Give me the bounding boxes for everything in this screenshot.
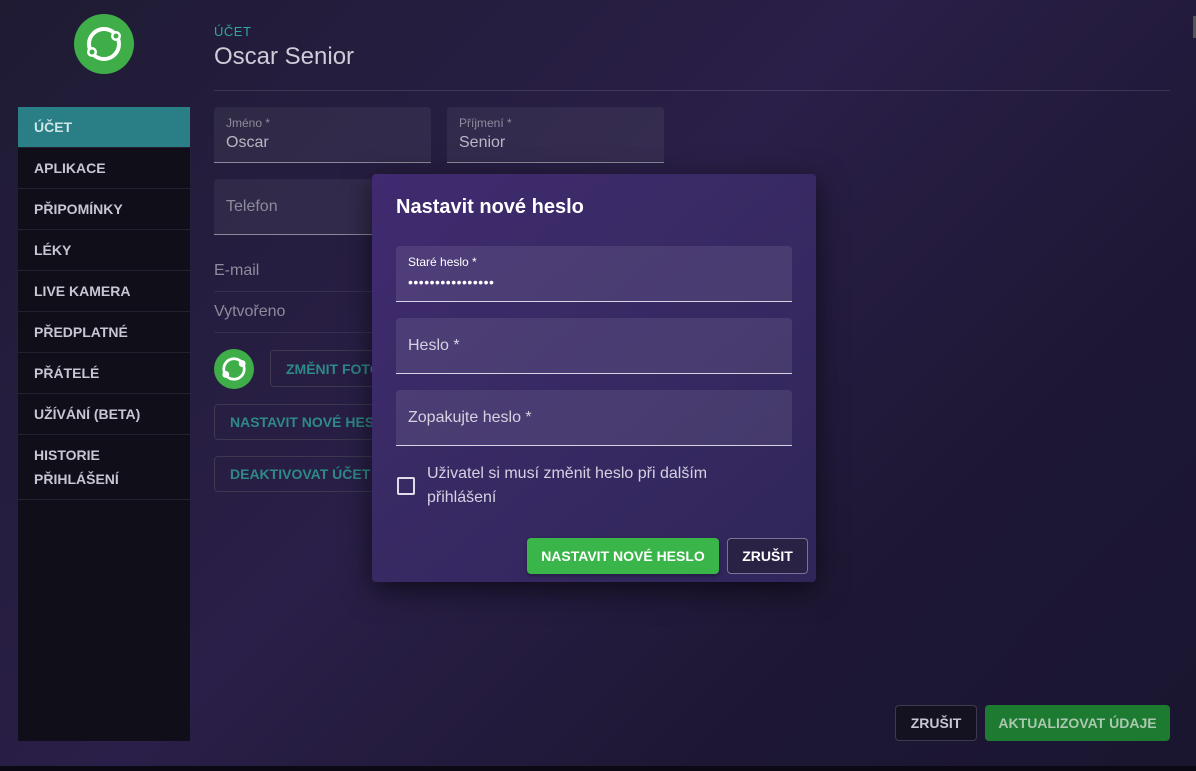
bottom-strip [0, 766, 1196, 771]
email-label: E-mail [214, 262, 260, 279]
created-divider [214, 332, 374, 333]
phone-field[interactable]: Telefon [214, 179, 374, 235]
sidebar: ÚČET APLIKACE PŘIPOMÍNKY LÉKY LIVE KAMER… [18, 107, 190, 741]
email-divider [214, 291, 374, 292]
page-title: Oscar Senior [214, 43, 355, 70]
sidebar-item-label-line1: HISTORIE [34, 447, 100, 463]
section-label: ÚČET [214, 24, 252, 39]
sidebar-item-account[interactable]: ÚČET [18, 107, 190, 148]
sidebar-item-reminders[interactable]: PŘIPOMÍNKY [18, 189, 190, 230]
sidebar-item-usage[interactable]: UŽÍVÁNÍ (BETA) [18, 394, 190, 435]
force-change-checkbox[interactable] [397, 477, 415, 495]
sidebar-item-label: PŘIPOMÍNKY [34, 201, 123, 217]
old-password-field[interactable]: Staré heslo * •••••••••••••••• [396, 246, 792, 302]
new-password-placeholder: Heslo * [408, 337, 460, 354]
first-name-value: Oscar [226, 134, 269, 151]
first-name-field[interactable]: Jméno * Oscar [214, 107, 431, 163]
sidebar-item-label-line2: PŘIHLÁŠENÍ [34, 471, 119, 487]
sidebar-item-live-camera[interactable]: LIVE KAMERA [18, 271, 190, 312]
first-name-label: Jméno * [226, 116, 271, 130]
confirm-set-password-label: NASTAVIT NOVÉ HESLO [541, 548, 705, 564]
header-divider [214, 90, 1170, 91]
set-password-dialog: Nastavit nové heslo Staré heslo * ••••••… [372, 174, 816, 582]
footer-cancel-button[interactable]: ZRUŠIT [895, 705, 977, 741]
confirm-set-password-button[interactable]: NASTAVIT NOVÉ HESLO [527, 538, 719, 574]
change-photo-button[interactable]: ZMĚNIT FOTO [270, 350, 374, 387]
sidebar-item-apps[interactable]: APLIKACE [18, 148, 190, 189]
sidebar-item-label: APLIKACE [34, 160, 106, 176]
phone-placeholder: Telefon [226, 198, 278, 215]
set-password-label: NASTAVIT NOVÉ HESLO [230, 414, 374, 430]
deactivate-account-button[interactable]: DEAKTIVOVAT ÚČET [214, 456, 374, 492]
sidebar-item-label: PŘEDPLATNÉ [34, 324, 128, 340]
change-photo-label: ZMĚNIT FOTO [286, 360, 374, 377]
repeat-password-placeholder: Zopakujte heslo * [408, 409, 532, 426]
sidebar-item-label: PŘÁTELÉ [34, 365, 100, 381]
sidebar-item-label: ÚČET [34, 119, 73, 135]
last-name-label: Příjmení * [459, 116, 512, 130]
app-logo-icon [74, 14, 134, 74]
last-name-value: Senior [459, 134, 506, 151]
sidebar-item-label: LÉKY [34, 242, 72, 258]
dialog-title: Nastavit nové heslo [396, 196, 584, 218]
set-password-button[interactable]: NASTAVIT NOVÉ HESLO [214, 404, 374, 440]
dialog-cancel-label: ZRUŠIT [742, 548, 793, 564]
old-password-value: •••••••••••••••• [408, 274, 495, 290]
old-password-label: Staré heslo * [408, 255, 477, 269]
update-details-button[interactable]: AKTUALIZOVAT ÚDAJE [985, 705, 1170, 741]
sidebar-item-label: UŽÍVÁNÍ (BETA) [34, 406, 141, 422]
dialog-cancel-button[interactable]: ZRUŠIT [727, 538, 808, 574]
sidebar-item-subscription[interactable]: PŘEDPLATNÉ [18, 312, 190, 353]
sidebar-item-label: LIVE KAMERA [34, 283, 131, 299]
force-change-label: Uživatel si musí změnit heslo při dalším… [427, 465, 708, 506]
repeat-password-field[interactable]: Zopakujte heslo * [396, 390, 792, 446]
avatar [214, 349, 254, 389]
sidebar-item-friends[interactable]: PŘÁTELÉ [18, 353, 190, 394]
new-password-field[interactable]: Heslo * [396, 318, 792, 374]
sidebar-item-login-history[interactable]: HISTORIE PŘIHLÁŠENÍ [18, 435, 190, 500]
last-name-field[interactable]: Příjmení * Senior [447, 107, 664, 163]
deactivate-account-label: DEAKTIVOVAT ÚČET [230, 466, 371, 482]
footer-cancel-label: ZRUŠIT [910, 715, 962, 731]
update-details-label: AKTUALIZOVAT ÚDAJE [998, 715, 1157, 731]
sidebar-item-medications[interactable]: LÉKY [18, 230, 190, 271]
app-window: ÚČET Oscar Senior ÚČET APLIKACE PŘIPOMÍN… [0, 0, 1196, 766]
created-label: Vytvořeno [214, 303, 286, 320]
